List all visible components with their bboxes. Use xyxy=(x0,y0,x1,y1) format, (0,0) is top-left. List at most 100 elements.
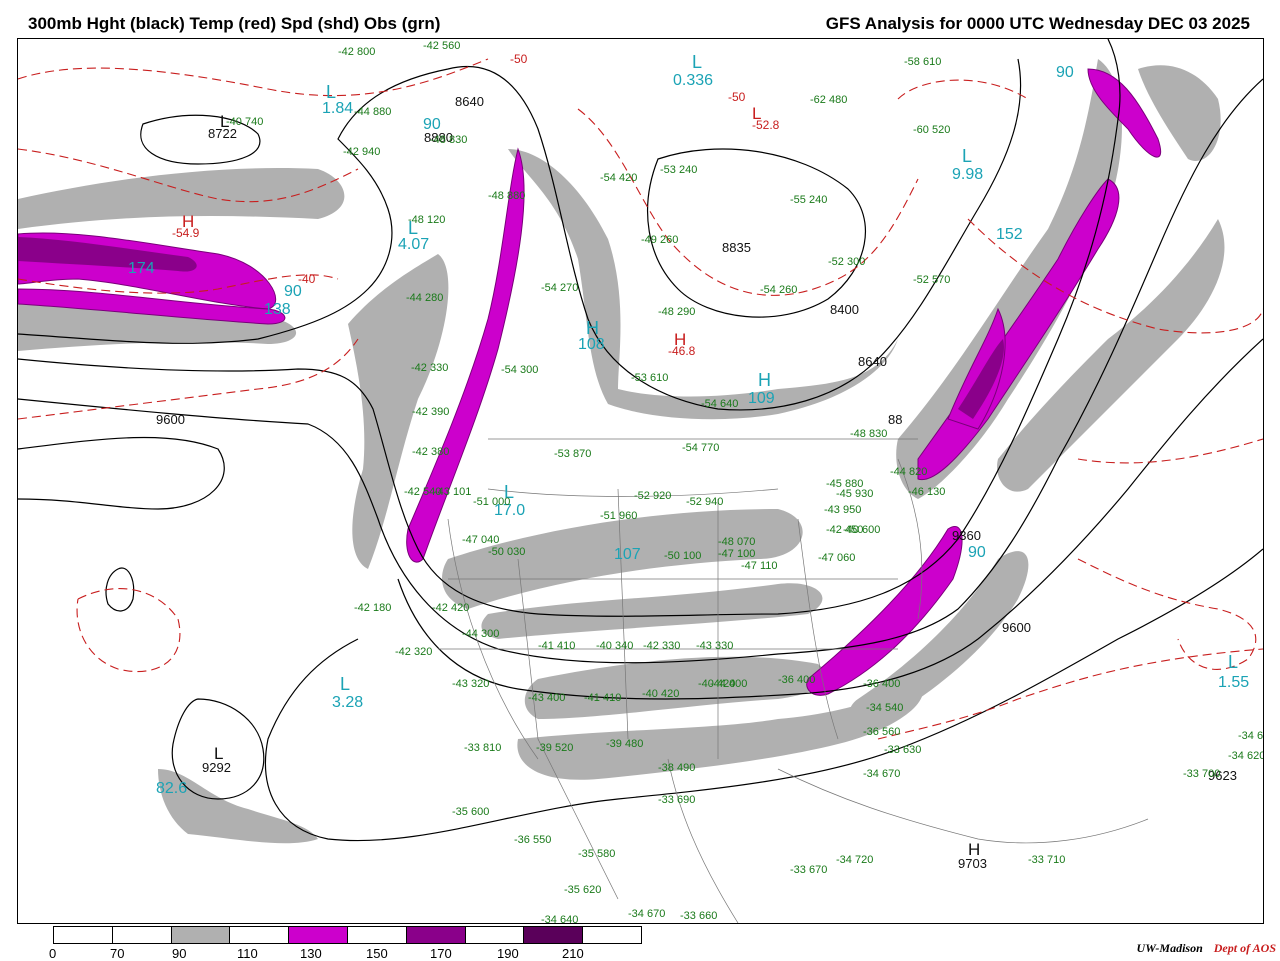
observation-label: -62 480 xyxy=(810,94,848,106)
observation-label: -48 880 xyxy=(488,190,526,202)
high-center: H xyxy=(182,212,195,231)
observation-label: -34 540 xyxy=(866,702,904,714)
height-label: 9600 xyxy=(156,412,185,427)
observation-label: -42 330 xyxy=(411,362,449,374)
observation-label: -55 240 xyxy=(790,194,828,206)
observation-label: -47 100 xyxy=(718,548,756,560)
observation-label: -47 060 xyxy=(818,552,856,564)
observation-label: -41 410 xyxy=(584,692,622,704)
observation-label: -34 640 xyxy=(1238,730,1264,742)
observation-label: -52 570 xyxy=(913,274,951,286)
observation-label: -40 420 xyxy=(642,688,680,700)
high-center: H xyxy=(674,330,687,349)
observation-label: -47 110 xyxy=(741,560,778,572)
speed-label: 152 xyxy=(996,226,1023,243)
observation-label: -52 920 xyxy=(634,490,672,502)
temp-label: -50 xyxy=(728,90,746,104)
observation-label: -53 870 xyxy=(554,448,592,460)
legend-swatch xyxy=(465,927,525,943)
observation-label: -58 610 xyxy=(904,56,942,68)
observation-label: -33 810 xyxy=(464,742,502,754)
observation-label: -34 670 xyxy=(628,908,666,920)
legend-swatch xyxy=(583,927,641,943)
credit-dept: Dept of AOS xyxy=(1213,941,1276,955)
low-center: L xyxy=(692,52,703,72)
legend-tick: 210 xyxy=(562,946,584,961)
observation-label: -42 330 xyxy=(643,640,681,652)
observation-label: -51 000 xyxy=(473,496,511,508)
speed-label: 82.6 xyxy=(156,780,188,797)
legend-tick: 170 xyxy=(430,946,452,961)
legend-swatch xyxy=(406,927,466,943)
height-label: 88 xyxy=(888,412,903,427)
observation-label: -42 320 xyxy=(395,646,433,658)
observation-label: -52 300 xyxy=(828,256,866,268)
observation-label: -42 940 xyxy=(343,146,381,158)
observation-label: -50 100 xyxy=(664,550,702,562)
observation-label: -48 070 xyxy=(718,536,756,548)
observation-label: -43 320 xyxy=(452,678,490,690)
observation-label: -44 820 xyxy=(890,466,928,478)
chart-title-left: 300mb Hght (black) Temp (red) Spd (shd) … xyxy=(28,14,441,33)
observation-label: -33 690 xyxy=(658,794,696,806)
legend-tick: 90 xyxy=(172,946,187,961)
observation-label: -50 030 xyxy=(488,546,526,558)
observation-label: -48 120 xyxy=(408,214,446,226)
observation-label: -40 740 xyxy=(226,116,264,128)
observation-label: -43 950 xyxy=(824,504,862,516)
speed-label: 0.336 xyxy=(673,72,714,89)
observation-label: -40 340 xyxy=(596,640,634,652)
observation-label: -39 480 xyxy=(606,738,644,750)
observation-label: -45 930 xyxy=(836,488,874,500)
observation-label: -33 670 xyxy=(790,864,828,876)
observation-label: -33 700 xyxy=(1183,768,1221,780)
observation-label: -35 620 xyxy=(564,884,602,896)
low-center: L xyxy=(962,146,973,166)
observation-label: -40 420 xyxy=(698,678,736,690)
observation-label: -33 660 xyxy=(680,910,718,922)
legend-swatch xyxy=(54,927,113,943)
observation-label: -35 600 xyxy=(452,806,490,818)
observation-label: -48 290 xyxy=(658,306,696,318)
legend-swatch xyxy=(347,927,407,943)
high-center: H xyxy=(586,318,599,338)
observation-label: -53 610 xyxy=(631,372,669,384)
legend-tick: 190 xyxy=(497,946,519,961)
observation-label: -49 260 xyxy=(641,234,679,246)
speed-label: 9.98 xyxy=(952,166,984,183)
speed-label: 90 xyxy=(968,544,986,561)
observation-label: -60 520 xyxy=(913,124,951,136)
legend-swatch xyxy=(112,927,172,943)
observation-label: -52 940 xyxy=(686,496,724,508)
observation-label: -44 880 xyxy=(354,106,392,118)
observation-label: -54 260 xyxy=(760,284,798,296)
speed-label: 90 xyxy=(423,116,441,133)
observation-label: -51 960 xyxy=(600,510,638,522)
observation-label: -53 240 xyxy=(660,164,698,176)
height-label: 8400 xyxy=(830,302,859,317)
observation-label: -34 640 xyxy=(541,914,579,924)
low-center: L xyxy=(340,674,351,694)
observation-label: -42 380 xyxy=(412,446,450,458)
high-center: H xyxy=(758,370,771,390)
speed-label: 90 xyxy=(284,283,302,300)
observation-label: -54 300 xyxy=(501,364,539,376)
observation-label: -42 560 xyxy=(423,40,461,52)
credit: UW-Madison Dept of AOS xyxy=(1137,941,1276,956)
observation-label: -47 040 xyxy=(462,534,500,546)
speed-label: 1.55 xyxy=(1218,674,1250,691)
observation-label: -40 600 xyxy=(843,524,881,536)
observation-label: -34 670 xyxy=(863,768,901,780)
height-label: 8640 xyxy=(858,354,887,369)
observation-label: -44 300 xyxy=(462,628,500,640)
observation-label: -36 400 xyxy=(863,678,901,690)
speed-label: 108 xyxy=(578,336,605,353)
observation-label: -43 330 xyxy=(696,640,734,652)
map-canvas xyxy=(18,39,1263,923)
legend-tick: 0 xyxy=(49,946,57,961)
height-label: 8835 xyxy=(722,240,751,255)
temp-label: -50 xyxy=(510,52,528,66)
observation-label: -41 410 xyxy=(538,640,576,652)
high-center: H xyxy=(968,840,981,859)
height-label: 9600 xyxy=(1002,620,1031,635)
